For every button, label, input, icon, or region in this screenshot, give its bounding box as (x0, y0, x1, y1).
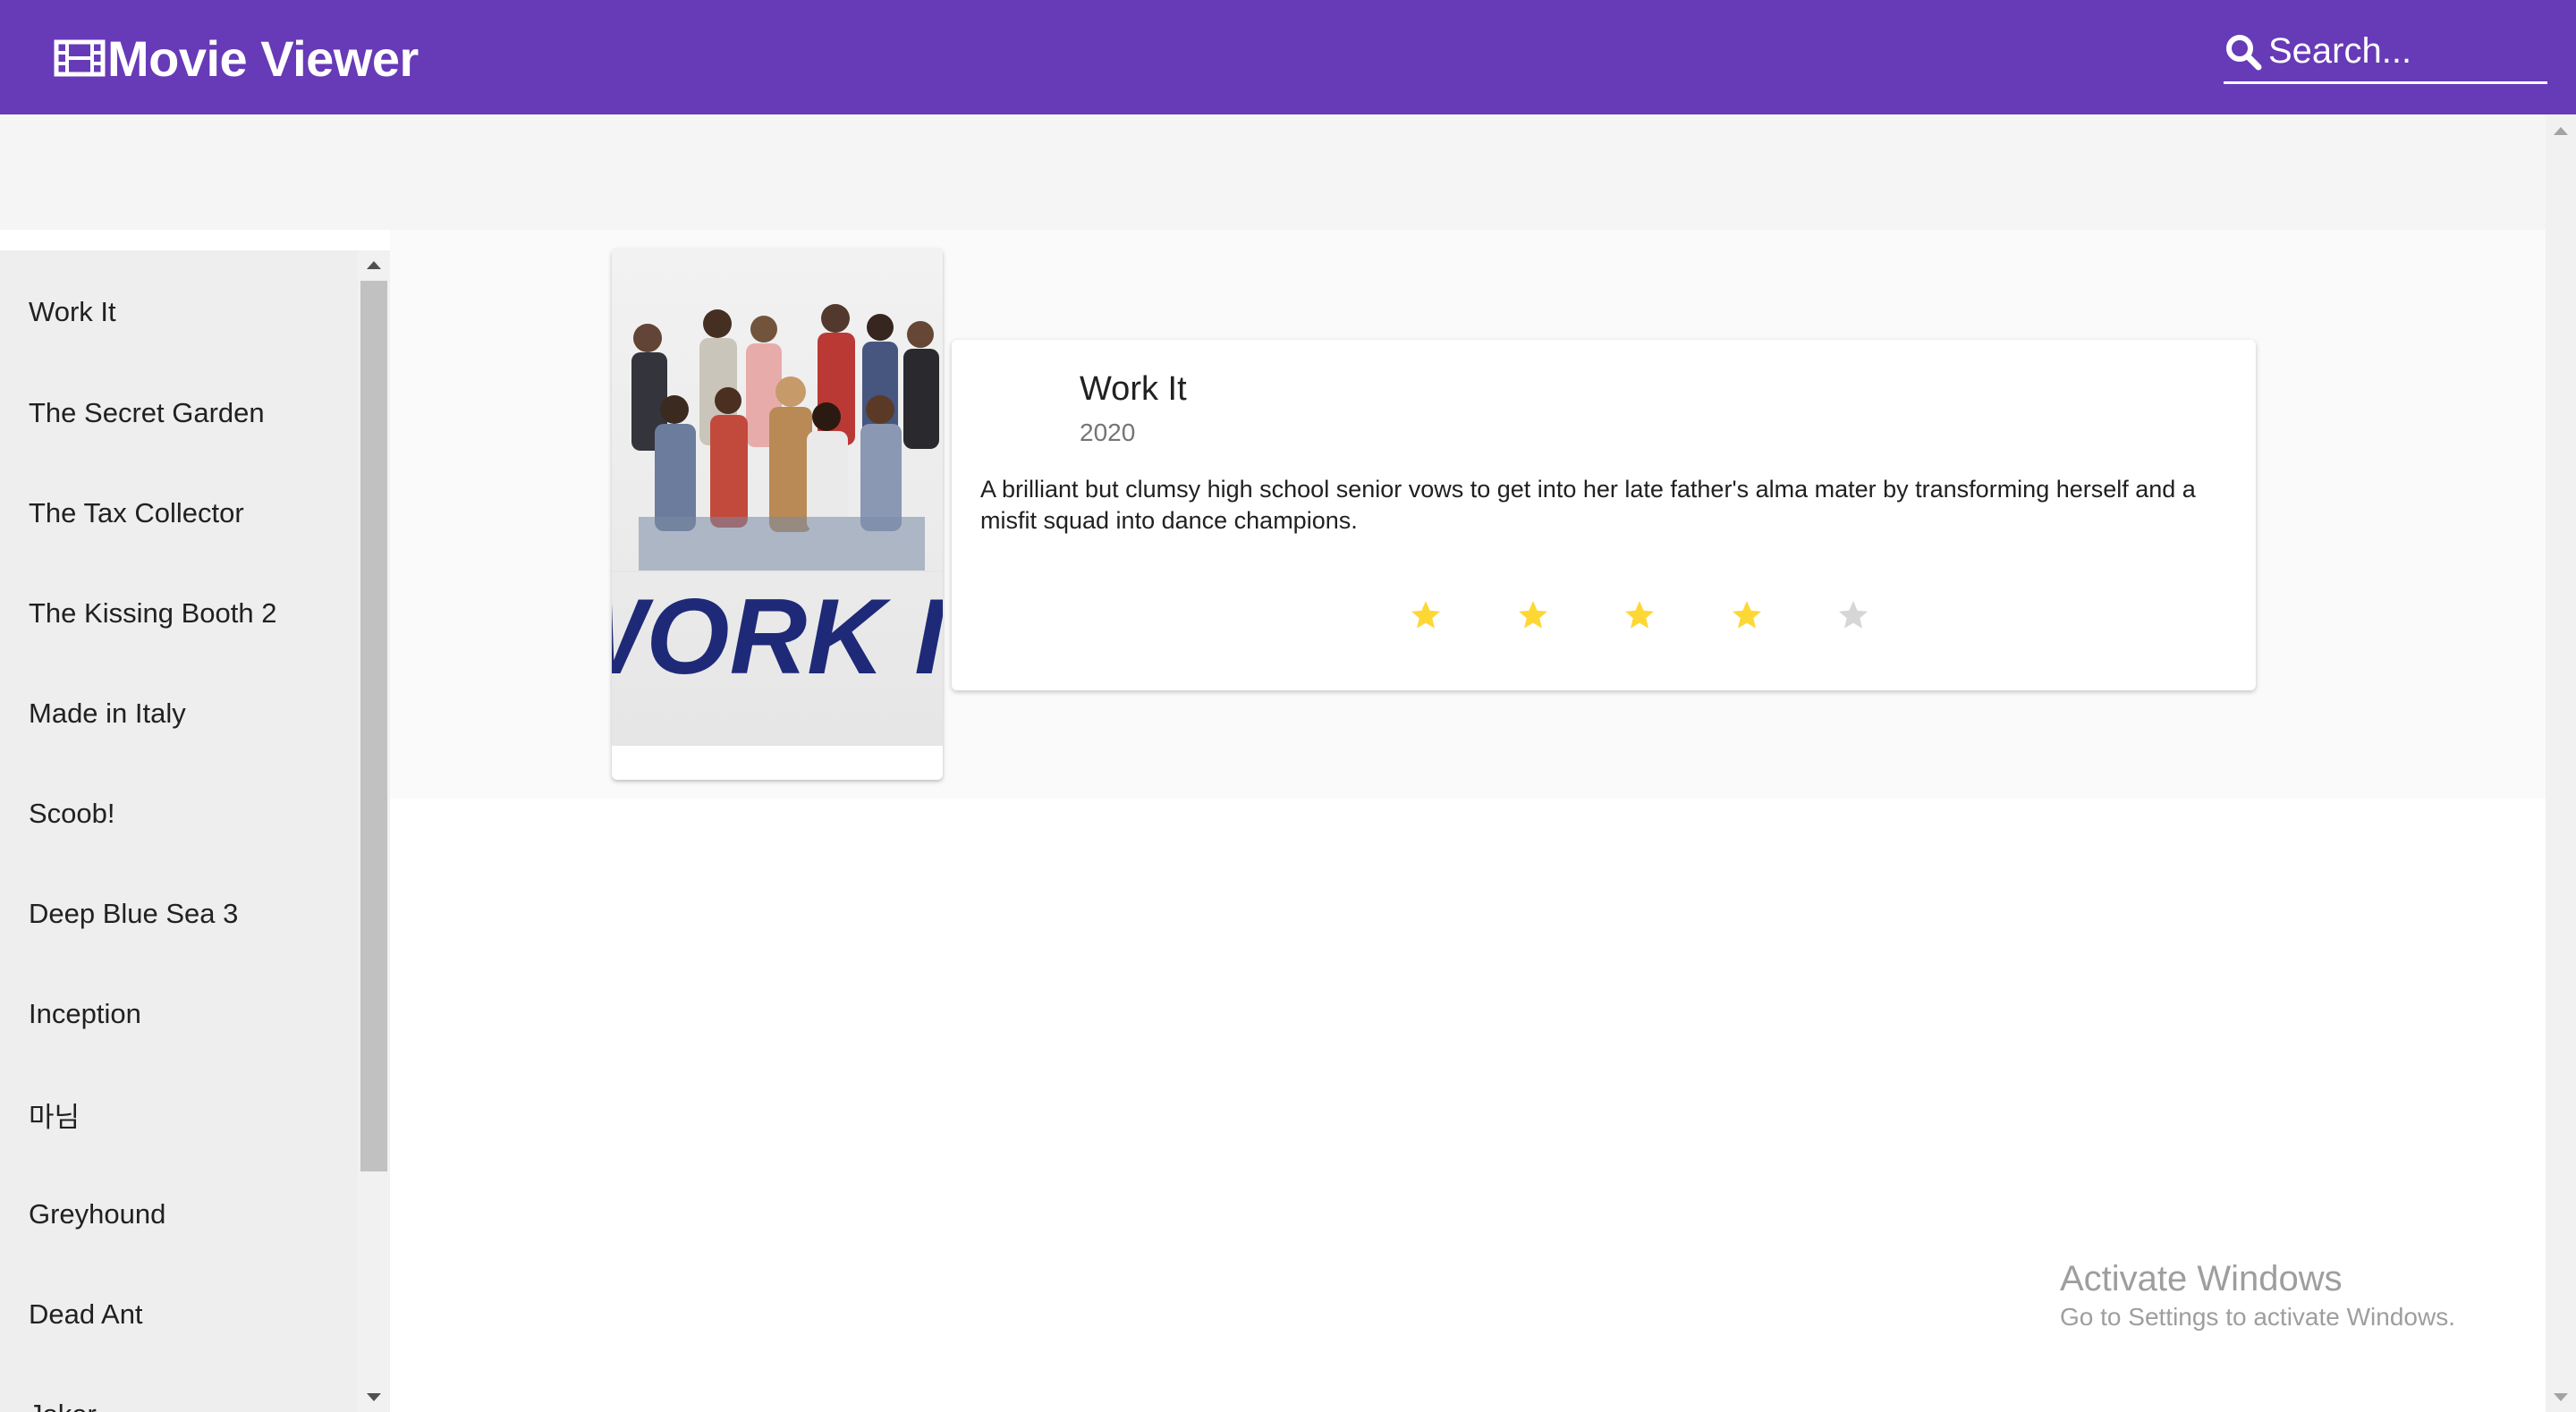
sidebar-item[interactable]: 마님 (0, 1064, 358, 1164)
movie-list-sidebar: Work It The Secret Garden The Tax Collecto… (0, 250, 390, 1412)
poster-card: WORK IT (612, 249, 943, 780)
movie-title: Work It (1080, 370, 1187, 408)
star-filled-icon[interactable] (1517, 599, 1549, 631)
movie-year: 2020 (1080, 419, 1136, 446)
search-icon (2226, 34, 2262, 70)
sidebar-scrollbar[interactable] (358, 250, 390, 1412)
search-box[interactable] (2224, 21, 2547, 84)
app-title: Movie Viewer (107, 30, 419, 87)
star-filled-icon[interactable] (1410, 599, 1442, 631)
star-filled-icon[interactable] (1731, 599, 1763, 631)
movie-detail-card: Work It 2020 A brilliant but clumsy high… (952, 340, 2256, 690)
page-scrollbar[interactable] (2546, 114, 2576, 1412)
watermark-subtitle: Go to Settings to activate Windows. (2060, 1303, 2455, 1331)
watermark-title: Activate Windows (2060, 1259, 2343, 1298)
sidebar-item[interactable]: Made in Italy (0, 664, 358, 764)
app-bar: Movie Viewer (0, 0, 2576, 114)
star-rating[interactable] (952, 599, 2256, 635)
sidebar-item[interactable]: The Secret Garden (0, 363, 358, 463)
star-filled-icon[interactable] (1623, 599, 1656, 631)
sidebar-item[interactable]: Joker (0, 1365, 358, 1412)
sidebar-item[interactable]: Deep Blue Sea 3 (0, 864, 358, 964)
search-input[interactable] (2268, 31, 2537, 72)
movie-poster: WORK IT (612, 249, 943, 746)
sidebar-item[interactable]: Dead Ant (0, 1264, 358, 1365)
scroll-up-arrow-icon[interactable] (2554, 127, 2568, 135)
sidebar-item[interactable]: Greyhound (0, 1164, 358, 1264)
poster-title-text: WORK IT (612, 577, 943, 697)
sidebar-scroll-thumb[interactable] (360, 281, 387, 1171)
toolbar-spacer (0, 114, 2546, 230)
sidebar-scroll-down-icon[interactable] (367, 1393, 381, 1401)
sidebar-item[interactable]: The Tax Collector (0, 463, 358, 563)
sidebar-item[interactable]: Work It (0, 250, 358, 363)
sidebar-item[interactable]: Inception (0, 964, 358, 1064)
star-empty-icon[interactable] (1837, 599, 1869, 631)
scroll-down-arrow-icon[interactable] (2554, 1393, 2568, 1401)
film-icon (54, 39, 106, 77)
movie-description: A brilliant but clumsy high school senio… (980, 476, 2196, 534)
sidebar-item[interactable]: The Kissing Booth 2 (0, 563, 358, 664)
activate-windows-watermark: Activate Windows Go to Settings to activ… (2060, 1256, 2455, 1333)
movie-list: Work It The Secret Garden The Tax Collecto… (0, 250, 358, 1412)
sidebar-item[interactable]: Scoob! (0, 764, 358, 864)
brand[interactable]: Movie Viewer (54, 27, 419, 89)
sidebar-scroll-up-icon[interactable] (367, 261, 381, 269)
